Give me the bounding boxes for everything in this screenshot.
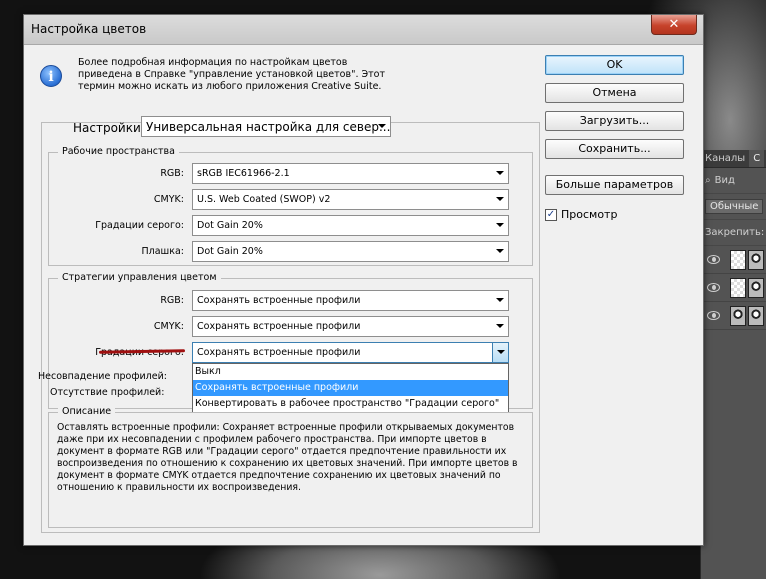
description-line: воспроизведения по отношению к сохранени… — [57, 458, 518, 469]
dropdown-option-preserve[interactable]: Сохранять встроенные профили — [193, 380, 508, 396]
tab-channels[interactable]: Каналы — [701, 150, 749, 167]
chevron-down-icon — [378, 124, 386, 128]
description-line: документ в формате RGB или "Градации сер… — [57, 446, 507, 457]
ws-spot-value: Dot Gain 20% — [197, 246, 263, 257]
dialog-titlebar[interactable]: Настройка цветов ✕ — [24, 15, 703, 45]
lock-row: Закрепить: — [701, 220, 766, 246]
cancel-button[interactable]: Отмена — [545, 83, 684, 103]
cm-cmyk-select[interactable]: Сохранять встроенные профили — [192, 316, 509, 337]
settings-value: Универсальная настройка для север... — [146, 120, 391, 134]
ws-spot-label: Плашка: — [141, 246, 185, 257]
ws-gray-select[interactable]: Dot Gain 20% — [192, 215, 509, 236]
ws-cmyk-value: U.S. Web Coated (SWOP) v2 — [197, 194, 331, 205]
info-line: Более подробная информация по настройкам… — [78, 57, 348, 68]
ws-rgb-value: sRGB IEC61966-2.1 — [197, 168, 290, 179]
layer-mask-thumbnail — [748, 277, 764, 298]
lock-label: Закрепить: — [705, 227, 765, 238]
tab-layers[interactable]: С — [749, 150, 765, 167]
ws-gray-value: Dot Gain 20% — [197, 220, 263, 231]
eye-icon[interactable] — [707, 311, 721, 320]
mismatch-label: Несовпадение профилей: — [38, 371, 167, 382]
preview-option[interactable]: ✓ Просмотр — [545, 208, 617, 221]
settings-label: Настройки: — [73, 121, 145, 135]
load-button[interactable]: Загрузить... — [545, 111, 684, 131]
layer-mask-thumbnail — [748, 249, 764, 270]
chevron-down-icon — [496, 171, 504, 175]
ws-rgb-label: RGB: — [160, 168, 184, 179]
info-icon: i — [40, 65, 62, 87]
cm-rgb-value: Сохранять встроенные профили — [197, 295, 361, 306]
layer-thumbnail — [730, 249, 747, 270]
chevron-down-icon — [496, 197, 504, 201]
ws-gray-label: Градации серого: — [95, 220, 184, 231]
photoshop-layers-panel: Каналы С ⌕ Вид Обычные Закрепить: — [700, 150, 766, 579]
ws-cmyk-label: CMYK: — [153, 194, 184, 205]
description-line: документ в формате CMYK отдается предпоч… — [57, 470, 501, 481]
cm-cmyk-label: CMYK: — [153, 321, 184, 332]
missing-label: Отсутствие профилей: — [50, 387, 165, 398]
layer-row[interactable] — [701, 274, 766, 302]
chevron-down-icon — [496, 298, 504, 302]
cm-gray-select[interactable]: Сохранять встроенные профили — [192, 342, 509, 363]
more-options-button[interactable]: Больше параметров — [545, 175, 684, 195]
cm-cmyk-value: Сохранять встроенные профили — [197, 321, 361, 332]
close-button[interactable]: ✕ — [651, 15, 697, 35]
view-filter[interactable]: Вид — [715, 175, 735, 186]
panel-tabs: Каналы С — [701, 150, 766, 168]
layer-row[interactable] — [701, 246, 766, 274]
chevron-down-icon — [496, 249, 504, 253]
ok-button[interactable]: OK — [545, 55, 684, 75]
chevron-down-icon — [496, 223, 504, 227]
preview-checkbox[interactable]: ✓ — [545, 208, 557, 221]
cm-gray-value: Сохранять встроенные профили — [197, 347, 361, 358]
blend-mode-row: Обычные — [701, 194, 766, 220]
description-text: Оставлять встроенные профили: Сохраняет … — [57, 422, 527, 494]
layer-mask-thumbnail — [748, 305, 764, 326]
cm-rgb-label: RGB: — [160, 295, 184, 306]
info-text: Более подробная информация по настройкам… — [78, 57, 386, 93]
dialog-title: Настройка цветов — [31, 22, 147, 36]
eye-icon[interactable] — [707, 255, 721, 264]
layer-thumbnail — [730, 305, 747, 326]
eye-icon[interactable] — [707, 283, 721, 292]
cm-rgb-select[interactable]: Сохранять встроенные профили — [192, 290, 509, 311]
chevron-down-icon — [496, 324, 504, 328]
ws-spot-select[interactable]: Dot Gain 20% — [192, 241, 509, 262]
gray-policy-dropdown: Выкл Сохранять встроенные профили Конвер… — [192, 363, 509, 413]
settings-select[interactable]: Универсальная настройка для север... — [141, 116, 391, 137]
info-line: приведена в Справке "управление установк… — [78, 69, 386, 80]
working-spaces-title: Рабочие пространства — [58, 146, 179, 157]
dropdown-option-convert[interactable]: Конвертировать в рабочее пространство "Г… — [193, 396, 508, 412]
blend-mode-select[interactable]: Обычные — [705, 199, 764, 214]
layer-thumbnail — [730, 277, 747, 298]
layer-row[interactable] — [701, 302, 766, 330]
ws-cmyk-select[interactable]: U.S. Web Coated (SWOP) v2 — [192, 189, 509, 210]
preview-label: Просмотр — [561, 208, 618, 221]
save-button[interactable]: Сохранить... — [545, 139, 684, 159]
color-settings-dialog: Настройка цветов ✕ i Более подробная инф… — [23, 14, 704, 546]
dropdown-option-off[interactable]: Выкл — [193, 364, 508, 380]
info-line: термин можно искать из любого приложения… — [78, 81, 382, 92]
search-icon: ⌕ — [705, 175, 711, 186]
chevron-down-icon[interactable] — [492, 343, 508, 362]
description-line: даже при их несовпадении с профилем рабо… — [57, 434, 487, 445]
description-line: отношению к правильности их воспроизведе… — [57, 482, 301, 493]
description-title: Описание — [58, 406, 116, 417]
color-policies-title: Стратегии управления цветом — [58, 272, 221, 283]
layer-filter-row: ⌕ Вид — [701, 168, 766, 194]
ws-rgb-select[interactable]: sRGB IEC61966-2.1 — [192, 163, 509, 184]
description-group: Описание Оставлять встроенные профили: С… — [48, 406, 533, 528]
description-line: Оставлять встроенные профили: Сохраняет … — [57, 422, 515, 433]
